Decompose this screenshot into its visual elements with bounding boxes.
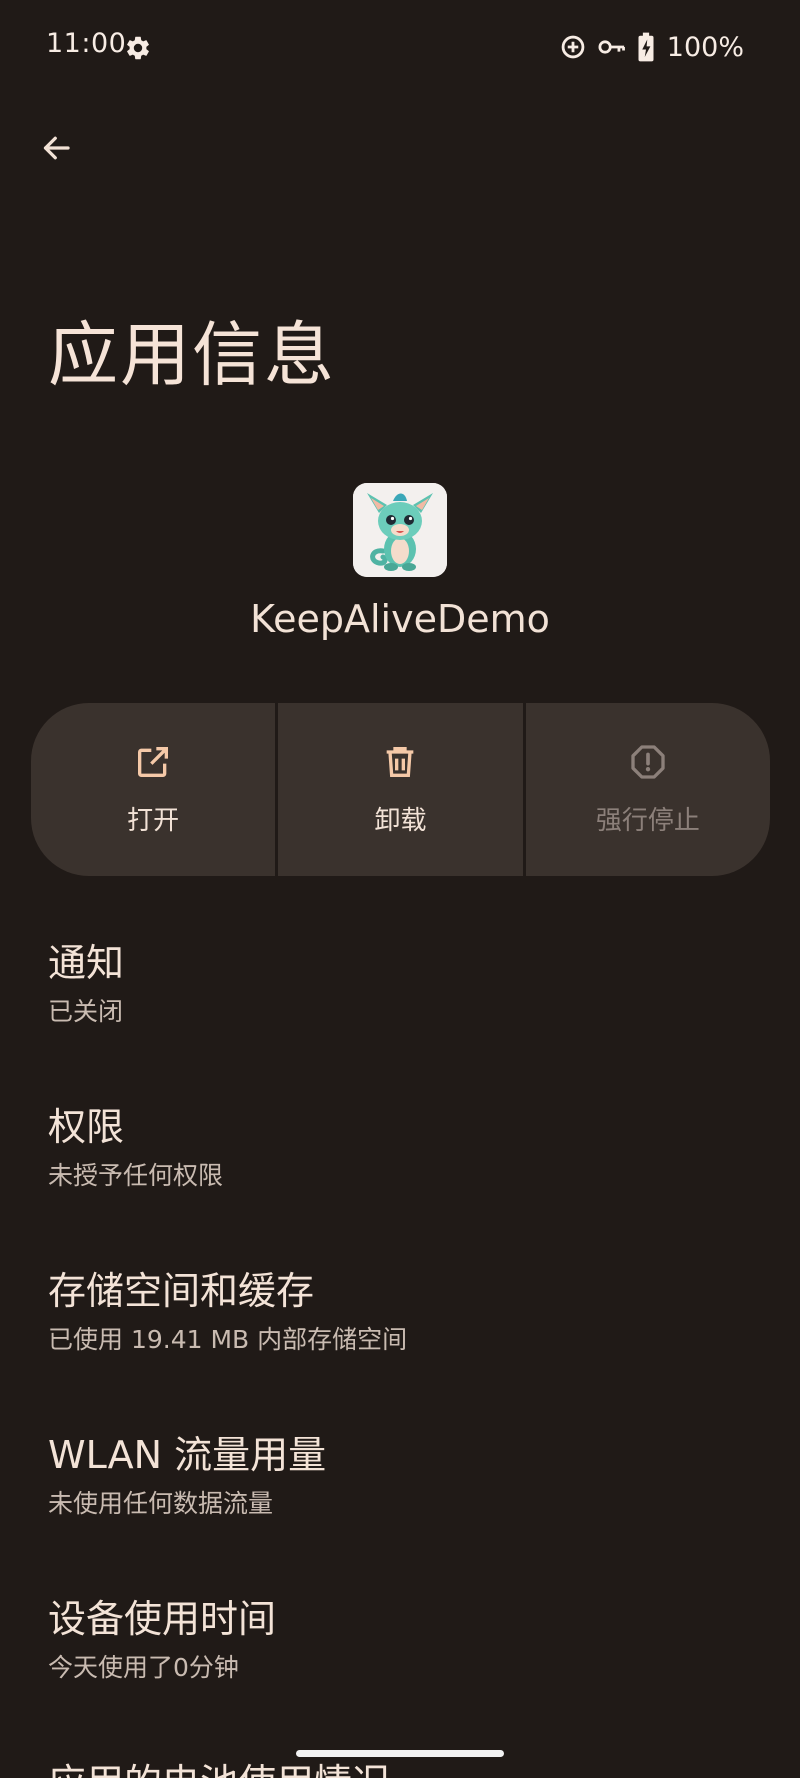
settings-item-battery[interactable]: 应用的电池使用情况 (48, 1758, 748, 1778)
gear-icon (127, 36, 149, 60)
app-name: KeepAliveDemo (250, 597, 550, 641)
settings-item-title: 存储空间和缓存 (48, 1269, 315, 1313)
settings-item-title: 应用的电池使用情况 (48, 1758, 748, 1778)
settings-item-title: 设备使用时间 (48, 1597, 277, 1641)
settings-item-permissions[interactable]: 权限 未授予任何权限 (48, 1102, 748, 1194)
dragon-app-icon (353, 483, 447, 577)
page-title: 应用信息 (48, 314, 336, 396)
settings-item-summary: 已使用 19.41 MB 内部存储空间 (48, 1325, 408, 1354)
open-button[interactable]: 打开 (31, 703, 276, 876)
settings-item-summary: 未使用任何数据流量 (48, 1489, 274, 1518)
battery-charging-icon (638, 32, 654, 62)
trash-icon (387, 747, 414, 777)
settings-item-notifications[interactable]: 通知 已关闭 (48, 938, 748, 1030)
settings-item-screen-time[interactable]: 设备使用时间 今天使用了0分钟 (48, 1594, 748, 1686)
settings-item-storage[interactable]: 存储空间和缓存 已使用 19.41 MB 内部存储空间 (48, 1266, 748, 1358)
settings-item-summary: 已关闭 (48, 997, 124, 1026)
app-info-screen: 11:00 100% 应用信息 KeepAliveDemo 打开 卸载 强行停止… (0, 0, 800, 1778)
uninstall-button[interactable]: 卸载 (278, 703, 523, 876)
force-stop-button-label: 强行停止 (595, 806, 700, 836)
vpn-key-icon (598, 40, 625, 54)
arrow-left-icon (43, 136, 70, 160)
status-bar: 11:00 100% (0, 0, 800, 95)
settings-item-title: WLAN 流量用量 (48, 1433, 327, 1477)
alert-circle-icon (631, 745, 665, 779)
settings-item-title: 权限 (48, 1105, 125, 1149)
battery-percent: 100% (666, 31, 744, 63)
open-button-label: 打开 (127, 806, 180, 836)
settings-item-title: 通知 (48, 941, 125, 985)
status-icons: 100% (559, 30, 744, 64)
back-button[interactable] (26, 118, 86, 178)
data-saver-icon (561, 35, 585, 59)
gesture-nav-bar[interactable] (296, 1750, 504, 1757)
action-bar: 打开 卸载 强行停止 (31, 703, 770, 876)
open-external-icon (138, 747, 169, 777)
settings-item-summary: 今天使用了0分钟 (48, 1653, 239, 1682)
uninstall-button-label: 卸载 (374, 806, 427, 836)
status-time: 11:00 (46, 28, 127, 59)
settings-item-summary: 未授予任何权限 (48, 1161, 224, 1190)
force-stop-button[interactable]: 强行停止 (525, 703, 770, 876)
settings-item-wlan-usage[interactable]: WLAN 流量用量 未使用任何数据流量 (48, 1430, 748, 1522)
